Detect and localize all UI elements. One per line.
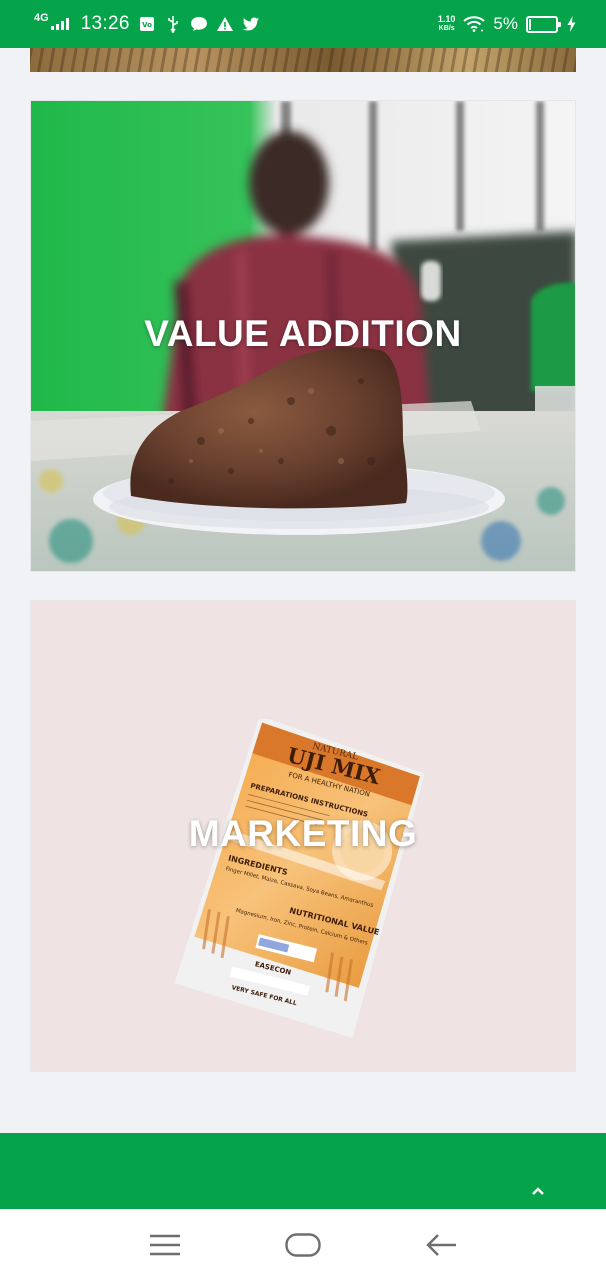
system-navigation-bar bbox=[0, 1209, 606, 1280]
speed-value: 1.10 bbox=[437, 14, 456, 24]
recent-apps-button[interactable] bbox=[135, 1225, 195, 1265]
wifi-icon bbox=[463, 15, 486, 33]
menu-icon bbox=[150, 1234, 180, 1255]
home-button[interactable] bbox=[273, 1225, 333, 1265]
network-speed: 1.10 KB/s bbox=[438, 15, 456, 33]
signal-icon bbox=[50, 18, 69, 30]
previous-card-image[interactable] bbox=[30, 48, 576, 72]
home-icon bbox=[285, 1232, 321, 1257]
chat-icon bbox=[190, 15, 208, 33]
back-arrow-icon bbox=[426, 1233, 456, 1256]
value-addition-card[interactable]: VALUE ADDITION bbox=[30, 100, 576, 572]
alert-icon bbox=[216, 15, 234, 33]
uji-mix-package: NATURAL UJI MIX FOR A HEALTHY NATION PRE… bbox=[163, 715, 425, 1041]
battery-percent: 5% bbox=[493, 14, 518, 33]
twitter-icon bbox=[242, 15, 260, 33]
back-button[interactable] bbox=[411, 1225, 471, 1265]
marketing-card[interactable]: NATURAL UJI MIX FOR A HEALTHY NATION PRE… bbox=[30, 600, 576, 1072]
clock: 13:26 bbox=[80, 13, 130, 34]
speed-unit: KB/s bbox=[438, 25, 455, 32]
svg-text:Vo: Vo bbox=[142, 21, 152, 29]
value-addition-title: VALUE ADDITION bbox=[144, 313, 462, 354]
status-bar: 4G 13:26 Vo 1.10 KB/s 5% bbox=[0, 0, 606, 48]
scroll-to-top-button[interactable] bbox=[528, 1181, 548, 1201]
chevron-up-icon bbox=[532, 1187, 544, 1195]
footer bbox=[0, 1133, 606, 1209]
network-type: 4G bbox=[34, 12, 49, 24]
marketing-title: MARKETING bbox=[188, 813, 418, 854]
battery-icon bbox=[526, 15, 561, 33]
charging-icon bbox=[566, 15, 576, 33]
usb-icon bbox=[164, 15, 182, 33]
sim-icon: Vo bbox=[138, 15, 156, 33]
